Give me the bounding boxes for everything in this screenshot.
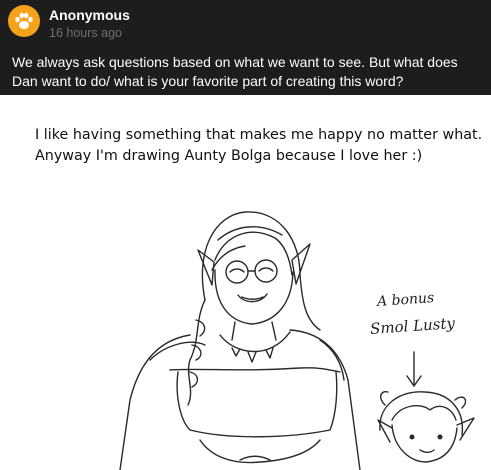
- sketch-illustration: [119, 211, 475, 470]
- paw-print-icon: [15, 12, 33, 29]
- right-ear: [291, 243, 311, 285]
- asker-avatar[interactable]: [8, 5, 40, 37]
- right-shoulder: [289, 329, 361, 470]
- face-outline: [214, 269, 294, 325]
- ask-panel: Anonymous 16 hours ago We always ask que…: [0, 0, 491, 95]
- dress-top: [176, 371, 338, 438]
- left-ear: [197, 249, 215, 286]
- lusty-eye-right: [437, 434, 443, 440]
- necklace: [219, 331, 291, 353]
- hair-outline: [201, 211, 321, 331]
- ask-timestamp: 16 hours ago: [49, 26, 122, 40]
- lusty-face: [391, 424, 458, 463]
- question-text: We always ask questions based on what we…: [12, 54, 458, 89]
- lusty-eye-left: [409, 434, 415, 440]
- braid: [187, 299, 206, 406]
- asker-name[interactable]: Anonymous: [49, 7, 130, 23]
